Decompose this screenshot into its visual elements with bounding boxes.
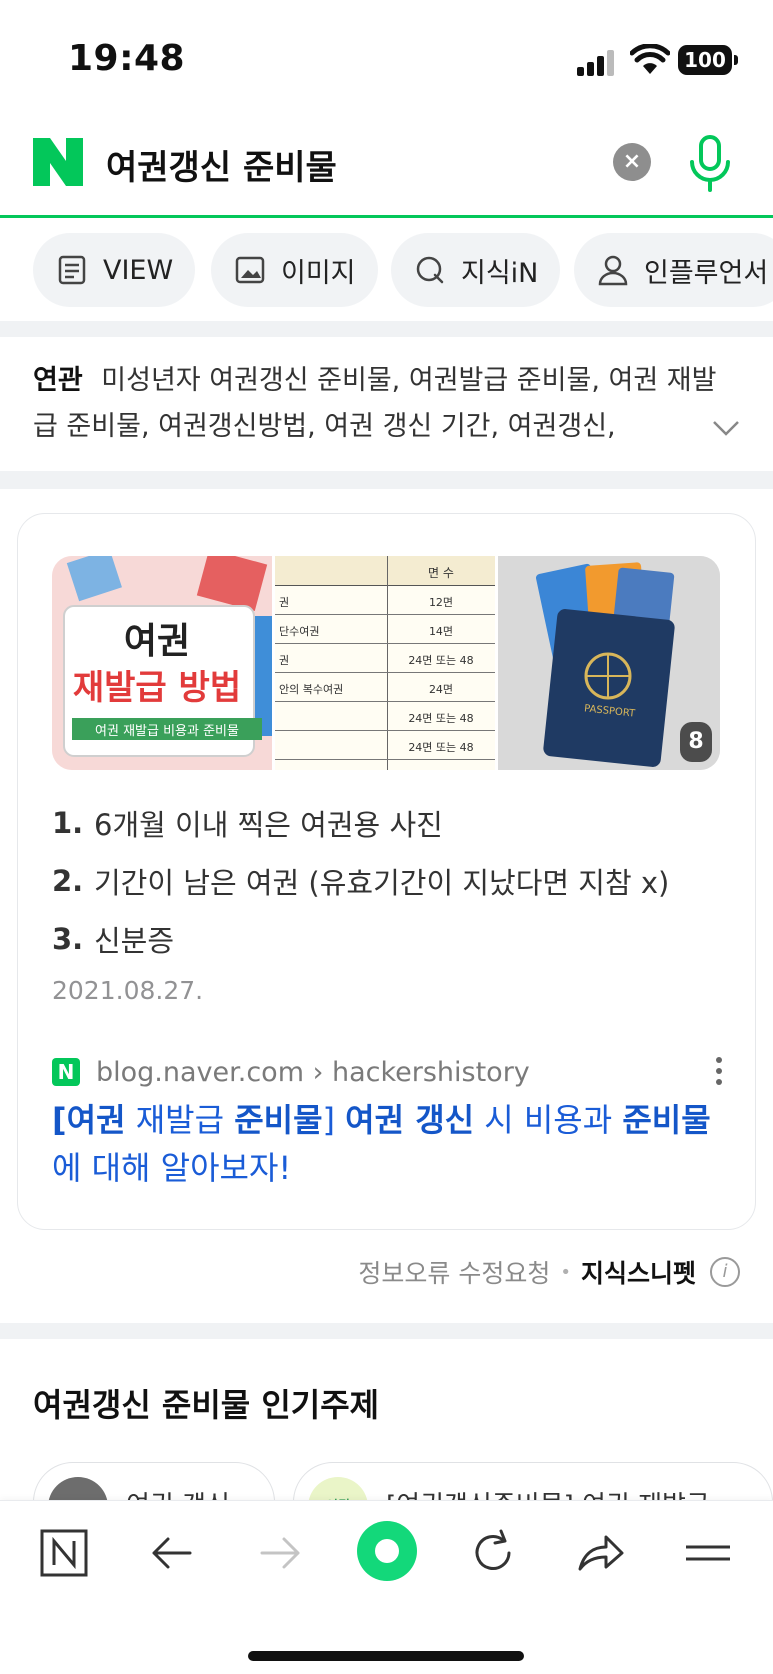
home-indicator[interactable] <box>248 1651 524 1661</box>
search-header: 여권갱신 준비물 × <box>0 110 773 218</box>
menu-icon[interactable] <box>678 1523 738 1583</box>
list-text: 신분증 <box>94 924 175 958</box>
table-cell-left: 단수여권 <box>279 625 320 638</box>
report-line: 정보오류 수정요청 • 지식스니펫 i <box>358 1252 740 1292</box>
table-row: 단수여권 14면 <box>275 615 495 644</box>
list-item: 1. 6개월 이내 찍은 여권용 사진 <box>52 794 732 852</box>
table-cell-right: 14면 <box>428 625 454 638</box>
forward-arrow-icon[interactable] <box>250 1523 310 1583</box>
table-cell-right: 24면 또는 48 <box>408 741 474 754</box>
naver-blog-favicon-icon: N <box>52 1058 80 1086</box>
tab-view[interactable]: VIEW <box>33 233 196 307</box>
tab-label: VIEW <box>103 254 174 286</box>
list-text: 6개월 이내 찍은 여권용 사진 <box>94 808 443 842</box>
thumbnail-2[interactable]: 면 수 권 12면 단수여권 14면 권 24면 또는 48 안의 복수여권 24면 24면 또… <box>275 556 495 770</box>
share-icon[interactable] <box>570 1523 630 1583</box>
more-options-icon[interactable] <box>716 1057 724 1089</box>
section-divider <box>0 1323 773 1339</box>
popular-topics-title: 여권갱신 준비물 인기주제 <box>33 1386 380 1424</box>
thumb-subtitle: 재발급 방법 <box>72 668 242 708</box>
title-segment: 시 비용과 <box>474 1101 623 1139</box>
search-input[interactable]: 여권갱신 준비물 <box>106 140 337 189</box>
related-keywords[interactable]: 미성년자 여권갱신 준비물, 여권발급 준비물, 여권 재발급 준비물, 여권갱… <box>33 365 716 442</box>
thumbnail-1[interactable]: 여권 재발급 방법 여권 재발급 비용과 준비물 <box>52 556 272 770</box>
list-text: 기간이 남은 여권 (유효기간이 지났다면 지참 x) <box>94 866 670 900</box>
chevron-down-icon[interactable] <box>712 418 740 438</box>
thumb-caption: 여권 재발급 비용과 준비물 <box>95 724 239 739</box>
result-title-link[interactable]: [여권 재발급 준비물] 여권 갱신 시 비용과 준비물에 대해 알아보자! <box>52 1096 732 1192</box>
table-cell-right: 24면 <box>428 683 454 696</box>
microphone-icon[interactable] <box>686 134 734 194</box>
thumbnail-strip[interactable]: 여권 재발급 방법 여권 재발급 비용과 준비물 면 수 권 12면단수여권 14면… <box>52 556 720 770</box>
knowledge-snippet-brand: 지식스니펫 <box>580 1259 696 1288</box>
table-row: 24면 또는 48 <box>275 702 495 731</box>
battery-icon: 100 <box>678 45 738 75</box>
tab-label: 인플루언서 <box>644 257 769 289</box>
status-bar: 19:48 100 <box>0 0 773 110</box>
q-icon <box>416 256 444 284</box>
table-cell-left: 권 <box>279 596 290 609</box>
tab-label: 이미지 <box>281 257 356 289</box>
report-error-link[interactable]: 정보오류 수정요청 <box>358 1254 550 1290</box>
table-cell-left: 안의 복수여권 <box>279 683 344 696</box>
table-row: 권 12면 <box>275 586 495 615</box>
clear-search-button[interactable]: × <box>613 143 651 181</box>
related-searches: 연관 미성년자 여권갱신 준비물, 여권발급 준비물, 여권 재발급 준비물, … <box>33 358 738 450</box>
source-url[interactable]: blog.naver.com › hackershistory <box>96 1057 530 1088</box>
prep-list: 1. 6개월 이내 찍은 여권용 사진 2. 기간이 남은 여권 (유효기간이 … <box>52 794 732 968</box>
tab-influencer[interactable]: 인플루언서 <box>574 233 773 307</box>
list-number: 3. <box>52 922 84 956</box>
list-number: 2. <box>52 864 84 898</box>
info-icon[interactable]: i <box>710 1257 740 1287</box>
tab-label: 지식iN <box>461 257 539 289</box>
table-cell-right: 24면 또는 48 <box>408 712 474 725</box>
title-segment: 여권 갱신 <box>345 1101 475 1139</box>
search-tabs: VIEW 이미지 지식iN 인플루언서 <box>0 230 773 310</box>
table-row: 안의 복수여권 24면 <box>275 673 495 702</box>
person-icon <box>598 255 628 286</box>
title-segment: 재발급 <box>125 1101 235 1139</box>
list-item: 3. 신분증 <box>52 910 732 968</box>
title-segment: 준비물 <box>622 1101 711 1139</box>
title-segment: 여권 <box>66 1101 126 1139</box>
thumbnail-3[interactable]: PASSPORT 8 <box>498 556 720 770</box>
section-divider <box>0 321 773 337</box>
source-line[interactable]: N blog.naver.com › hackershistory <box>52 1052 722 1092</box>
related-label: 연관 <box>33 365 83 396</box>
tab-kin[interactable]: 지식iN <box>391 233 561 307</box>
naver-logo-icon[interactable] <box>33 138 83 186</box>
status-time: 19:48 <box>68 38 186 79</box>
table-cell-right: 24면 또는 48 <box>408 654 474 667</box>
bottom-toolbar <box>0 1500 773 1674</box>
green-dot-icon[interactable] <box>355 1519 419 1583</box>
naver-home-icon[interactable] <box>34 1523 94 1583</box>
title-segment: 준비물 <box>234 1101 323 1139</box>
knowledge-snippet-card: 여권 재발급 방법 여권 재발급 비용과 준비물 면 수 권 12면단수여권 14면… <box>17 513 756 1230</box>
table-cell-left: 권 <box>279 654 290 667</box>
cellular-signal-icon <box>577 48 617 76</box>
refresh-icon[interactable] <box>463 1523 523 1583</box>
separator: • <box>560 1261 571 1283</box>
document-icon <box>58 255 86 285</box>
title-segment: [ <box>52 1101 67 1139</box>
list-item: 2. 기간이 남은 여권 (유효기간이 지났다면 지참 x) <box>52 852 732 910</box>
thumb-title: 여권 <box>123 621 191 662</box>
title-segment: 에 대해 알아보자! <box>52 1149 292 1187</box>
table-header-label: 면 수 <box>428 566 454 580</box>
list-number: 1. <box>52 806 84 840</box>
image-count-badge: 8 <box>680 722 712 762</box>
back-arrow-icon[interactable] <box>142 1523 202 1583</box>
section-divider <box>0 471 773 489</box>
tab-images[interactable]: 이미지 <box>211 233 378 307</box>
table-row: 24면 또는 48 <box>275 731 495 760</box>
title-segment: ] <box>322 1101 346 1139</box>
table-cell-right: 12면 <box>428 596 454 609</box>
post-date: 2021.08.27. <box>52 976 204 1005</box>
wifi-icon <box>630 44 670 74</box>
table-row: 권 24면 또는 48 <box>275 644 495 673</box>
image-icon <box>235 256 265 284</box>
